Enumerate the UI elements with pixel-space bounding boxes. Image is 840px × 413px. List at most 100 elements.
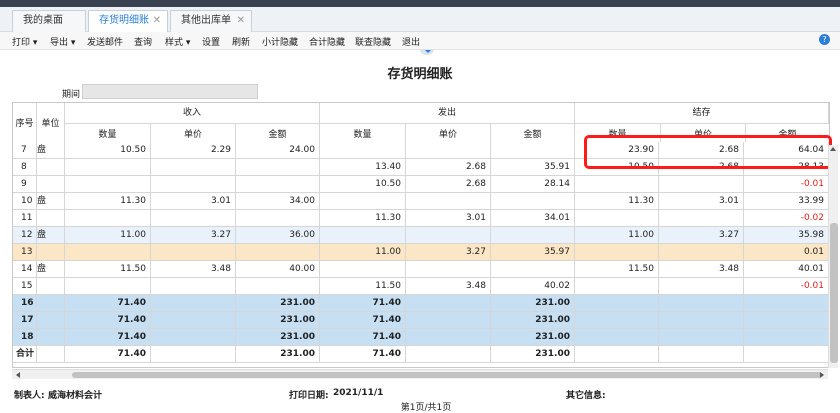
export-button[interactable]: 导出 ▾ — [50, 35, 75, 48]
cell-bal-amt: 0.01 — [744, 244, 829, 261]
cell-in-qty: 11.50 — [65, 261, 151, 278]
cell-in-price: 2.29 — [151, 142, 236, 159]
cell-out-price — [406, 142, 491, 159]
tab-inventory-ledger[interactable]: 存货明细账 ✕ — [88, 10, 168, 33]
cell-in-price: 3.27 — [151, 227, 236, 244]
refresh-button[interactable]: 刷新 — [232, 35, 250, 48]
tab-my-desktop[interactable]: 我的桌面 — [12, 10, 86, 32]
cell-seq: 13 — [13, 244, 37, 261]
tab-other-outbound[interactable]: 其他出库单 ✕ — [170, 10, 252, 32]
cell-in-amt — [236, 244, 320, 261]
cell-bal-qty — [575, 244, 659, 261]
cell-in-amt: 231.00 — [236, 295, 320, 312]
help-icon[interactable]: ? — [819, 34, 830, 45]
close-icon[interactable]: ✕ — [153, 11, 161, 31]
cell-bal-qty: 11.50 — [575, 261, 659, 278]
cell-out-price — [406, 312, 491, 329]
horizontal-scrollbar[interactable] — [12, 369, 828, 379]
scroll-right-icon[interactable] — [820, 372, 824, 378]
vertical-scroll-thumb[interactable] — [830, 223, 838, 363]
cell-out-amt: 35.91 — [491, 159, 575, 176]
cell-seq: 12 — [13, 227, 37, 244]
hide-subtotal-button[interactable]: 小计隐藏 — [262, 35, 298, 48]
cell-in-price — [151, 159, 236, 176]
table-row[interactable]: 10 盘 11.30 3.01 34.00 11.30 3.01 33.99 — [13, 193, 829, 210]
cell-out-qty: 71.40 — [320, 329, 406, 346]
cell-seq: 9 — [13, 176, 37, 193]
cell-in-amt — [236, 176, 320, 193]
print-button[interactable]: 打印 ▾ — [12, 35, 37, 48]
cell-out-amt: 231.00 — [491, 329, 575, 346]
cell-out-amt — [491, 193, 575, 210]
cell-out-qty: 11.50 — [320, 278, 406, 295]
cell-out-qty: 10.50 — [320, 176, 406, 193]
column-group-balance: 结存 — [575, 103, 829, 124]
cell-out-qty: 11.00 — [320, 244, 406, 261]
scroll-up-icon[interactable] — [830, 147, 836, 151]
table-row[interactable]: 14 盘 11.50 3.48 40.00 11.50 3.48 40.01 — [13, 261, 829, 278]
vertical-scrollbar[interactable] — [828, 145, 838, 368]
cell-in-price — [151, 295, 236, 312]
cell-in-qty: 11.30 — [65, 193, 151, 210]
horizontal-scroll-thumb[interactable] — [72, 372, 822, 378]
cell-bal-qty — [575, 295, 659, 312]
cell-in-price — [151, 346, 236, 363]
settings-button[interactable]: 设置 — [202, 35, 220, 48]
collapse-toolbar-toggle[interactable] — [420, 49, 434, 55]
cell-bal-price — [659, 210, 744, 227]
total-row[interactable]: 合计 71.40 231.00 71.40 231.00 — [13, 346, 829, 363]
exit-button[interactable]: 退出 — [402, 35, 420, 48]
tab-label: 存货明细账 — [99, 15, 149, 26]
cell-bal-qty — [575, 312, 659, 329]
cell-bal-amt — [744, 295, 829, 312]
cell-bal-amt: -0.02 — [744, 210, 829, 227]
cell-in-amt — [236, 159, 320, 176]
style-button[interactable]: 样式 ▾ — [165, 35, 190, 48]
table-row[interactable]: 17 71.40 231.00 71.40 231.00 — [13, 312, 829, 329]
cell-unit: 盘 — [37, 227, 65, 244]
page-title: 存货明细账 — [387, 67, 453, 82]
period-field[interactable] — [82, 84, 258, 99]
cell-in-price: 3.48 — [151, 261, 236, 278]
table-row[interactable]: 11 11.30 3.01 34.01 -0.02 — [13, 210, 829, 227]
cell-in-qty — [65, 278, 151, 295]
cell-seq: 16 — [13, 295, 37, 312]
cell-unit: 盘 — [37, 142, 65, 159]
hide-linked-query-button[interactable]: 联查隐藏 — [355, 35, 391, 48]
tab-label: 我的桌面 — [23, 15, 63, 26]
hide-total-button[interactable]: 合计隐藏 — [309, 35, 345, 48]
cell-bal-price — [659, 312, 744, 329]
table-row[interactable]: 12 盘 11.00 3.27 36.00 11.00 3.27 35.98 — [13, 227, 829, 244]
cell-out-qty: 71.40 — [320, 346, 406, 363]
period-label: 期间 — [62, 90, 81, 100]
cell-unit — [37, 244, 65, 261]
cell-bal-price — [659, 176, 744, 193]
print-date-value: 2021/11/1 — [333, 388, 384, 398]
scroll-left-icon[interactable] — [16, 372, 20, 378]
cell-out-price — [406, 261, 491, 278]
send-email-button[interactable]: 发送邮件 — [87, 35, 123, 48]
cell-out-amt: 231.00 — [491, 312, 575, 329]
close-icon[interactable]: ✕ — [237, 11, 245, 31]
cell-bal-amt: -0.01 — [744, 176, 829, 193]
tab-bar: 我的桌面 存货明细账 ✕ 其他出库单 ✕ — [0, 7, 840, 33]
cell-in-amt: 231.00 — [236, 312, 320, 329]
table-row[interactable]: 15 11.50 3.48 40.02 -0.01 — [13, 278, 829, 295]
cell-out-amt — [491, 142, 575, 159]
cell-bal-amt — [744, 329, 829, 346]
page-info: 第1页/共1页 — [400, 403, 452, 413]
table-row[interactable]: 13 11.00 3.27 35.97 0.01 — [13, 244, 829, 261]
cell-out-price — [406, 295, 491, 312]
cell-bal-amt — [744, 346, 829, 363]
cell-seq: 7 — [13, 142, 37, 159]
cell-out-amt — [491, 261, 575, 278]
cell-out-amt: 35.97 — [491, 244, 575, 261]
query-button[interactable]: 查询 — [134, 35, 152, 48]
cell-in-qty — [65, 210, 151, 227]
cell-unit — [37, 278, 65, 295]
table-row[interactable]: 18 71.40 231.00 71.40 231.00 — [13, 329, 829, 346]
cell-out-price — [406, 193, 491, 210]
cell-out-amt — [491, 227, 575, 244]
table-row[interactable]: 9 10.50 2.68 28.14 -0.01 — [13, 176, 829, 193]
table-row[interactable]: 16 71.40 231.00 71.40 231.00 — [13, 295, 829, 312]
